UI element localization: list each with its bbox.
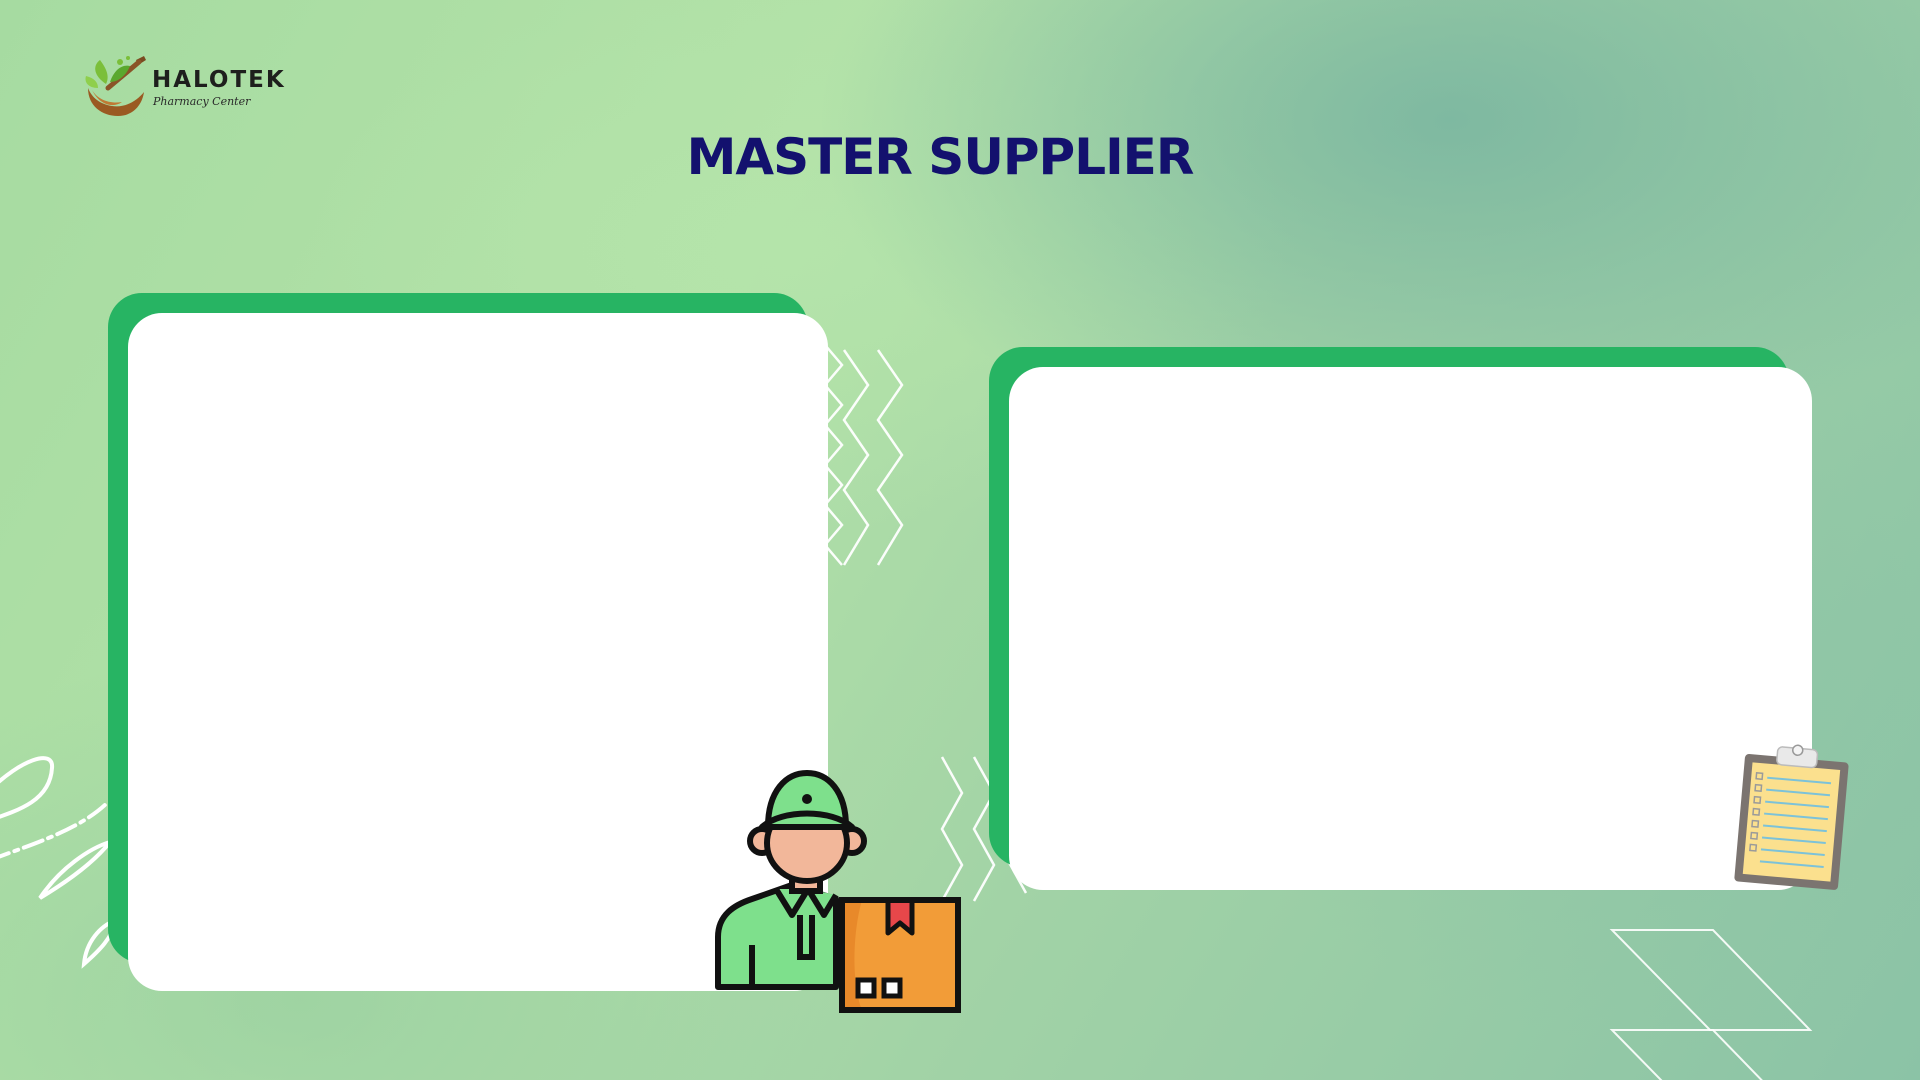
clipboard-checklist-icon xyxy=(1734,744,1849,890)
brand-tagline: Pharmacy Center xyxy=(153,95,251,108)
scribble-decoration xyxy=(0,756,119,969)
brand-name: HALOTEK xyxy=(152,67,286,93)
rhombus-decoration xyxy=(1609,929,1813,1080)
card-body xyxy=(1009,367,1812,890)
courier-with-box-icon xyxy=(715,770,961,1013)
brand-logo: HALOTEK Pharmacy Center xyxy=(84,54,294,118)
page-title: MASTER SUPPLIER xyxy=(686,128,1195,186)
zigzag-decoration xyxy=(823,345,904,566)
mortar-pestle-leaf-icon xyxy=(85,56,146,116)
